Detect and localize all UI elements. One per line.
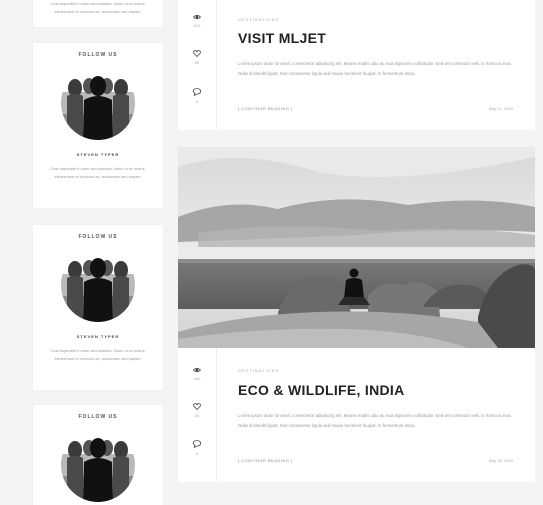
avatar[interactable] — [61, 248, 135, 322]
author-bio: Cras imperdiet in sem sed sodales. Nunc … — [50, 1, 146, 14]
post-title[interactable]: ECO & WILDLIFE, INDIA — [238, 382, 405, 398]
post-excerpt: Lorem ipsum dolor sit amet, consectetur … — [238, 413, 512, 428]
author-name[interactable]: STEVEN TYPER — [33, 152, 163, 157]
heart-icon[interactable] — [193, 403, 201, 410]
post-card: 440 26 0 DESTINATIONS ECO & WILDLIFE, IN… — [178, 147, 535, 482]
follow-widget: FOLLOW US STEVEN TYPER Cras imperdiet in… — [33, 225, 163, 390]
continue-reading-link[interactable]: [ CONTINUE READING ] — [238, 106, 293, 111]
author-bio: Cras imperdiet in sem sed sodales. Nunc … — [50, 166, 146, 179]
widget-title: FOLLOW US — [78, 414, 118, 420]
views-count: 310 — [193, 23, 201, 28]
comment-bubble-icon[interactable] — [193, 440, 201, 448]
comments-count: 0 — [195, 451, 199, 456]
post-card: 310 40 0 DESTINATIONS VISIT MLJET Lorem … — [178, 0, 535, 130]
comments-counter[interactable]: 0 — [178, 440, 216, 456]
post-category[interactable]: DESTINATIONS — [238, 368, 279, 373]
likes-count: 40 — [194, 60, 200, 65]
avatar[interactable] — [61, 66, 135, 140]
post-category[interactable]: DESTINATIONS — [238, 17, 279, 22]
views-count: 440 — [193, 376, 201, 381]
post-featured-image[interactable] — [178, 147, 535, 348]
eye-icon — [193, 14, 201, 20]
widget-title: FOLLOW US — [78, 234, 118, 240]
comments-counter[interactable]: 0 — [178, 88, 216, 104]
author-widget: Cras imperdiet in sem sed sodales. Nunc … — [33, 0, 163, 27]
post-date: May 18, 2016 — [488, 458, 513, 463]
continue-reading-link[interactable]: [ CONTINUE READING ] — [238, 458, 293, 463]
likes-count: 26 — [194, 413, 200, 418]
comment-bubble-icon[interactable] — [193, 88, 201, 96]
eye-icon — [193, 367, 201, 373]
views-counter: 310 — [178, 14, 216, 28]
post-date: May 21, 2016 — [488, 106, 513, 111]
post-title[interactable]: VISIT MLJET — [238, 30, 326, 46]
post-meta: 440 26 0 — [178, 348, 217, 482]
heart-icon[interactable] — [193, 50, 201, 57]
likes-counter[interactable]: 26 — [178, 403, 216, 418]
views-counter: 440 — [178, 367, 216, 381]
comments-count: 0 — [195, 99, 199, 104]
post-meta: 310 40 0 — [178, 0, 217, 130]
post-excerpt: Lorem ipsum dolor sit amet, consectetur … — [238, 61, 512, 76]
author-name[interactable]: STEVEN TYPER — [33, 334, 163, 339]
widget-title: FOLLOW US — [78, 52, 118, 58]
follow-widget: FOLLOW US STEVEN TYPER Cras imperdiet in… — [33, 43, 163, 208]
likes-counter[interactable]: 40 — [178, 50, 216, 65]
follow-widget: FOLLOW US — [33, 405, 163, 505]
author-bio: Cras imperdiet in sem sed sodales. Nunc … — [50, 348, 146, 361]
